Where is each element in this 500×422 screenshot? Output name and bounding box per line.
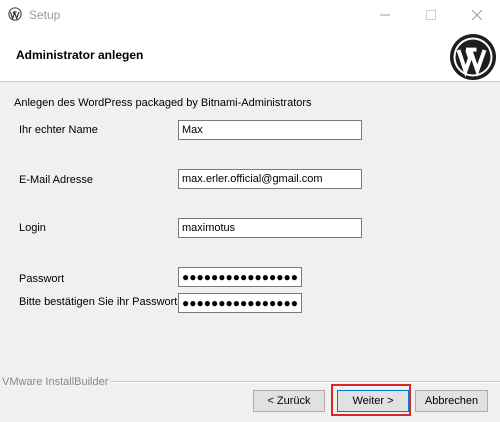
login-field[interactable] (178, 218, 362, 238)
password-label: Passwort (19, 273, 65, 285)
confirm-password-label: Bitte bestätigen Sie ihr Passwort (19, 296, 178, 308)
name-label: Ihr echter Name (19, 124, 98, 136)
footer-divider-highlight (108, 382, 500, 383)
cancel-button[interactable]: Abbrechen (415, 390, 488, 412)
email-field[interactable] (178, 169, 362, 189)
title-bar: Setup (0, 0, 500, 30)
wordpress-app-icon (8, 7, 22, 21)
minimize-icon (380, 14, 390, 16)
close-icon (472, 10, 482, 20)
maximize-button[interactable] (408, 0, 454, 30)
close-button[interactable] (454, 0, 500, 30)
email-label: E-Mail Adresse (19, 174, 93, 186)
confirm-password-field[interactable] (178, 293, 302, 313)
next-button-highlight (331, 384, 411, 416)
login-label: Login (19, 222, 46, 234)
back-button[interactable]: < Zurück (253, 390, 325, 412)
password-field[interactable] (178, 267, 302, 287)
brand-label: VMware InstallBuilder (2, 376, 112, 388)
window-title: Setup (29, 8, 61, 22)
minimize-button[interactable] (362, 0, 408, 30)
form-description: Anlegen des WordPress packaged by Bitnam… (14, 97, 312, 109)
page-title: Administrator anlegen (16, 48, 144, 62)
wordpress-logo-icon (450, 34, 496, 80)
page-header: Administrator anlegen (0, 30, 500, 82)
maximize-icon (426, 10, 436, 20)
name-field[interactable] (178, 120, 362, 140)
